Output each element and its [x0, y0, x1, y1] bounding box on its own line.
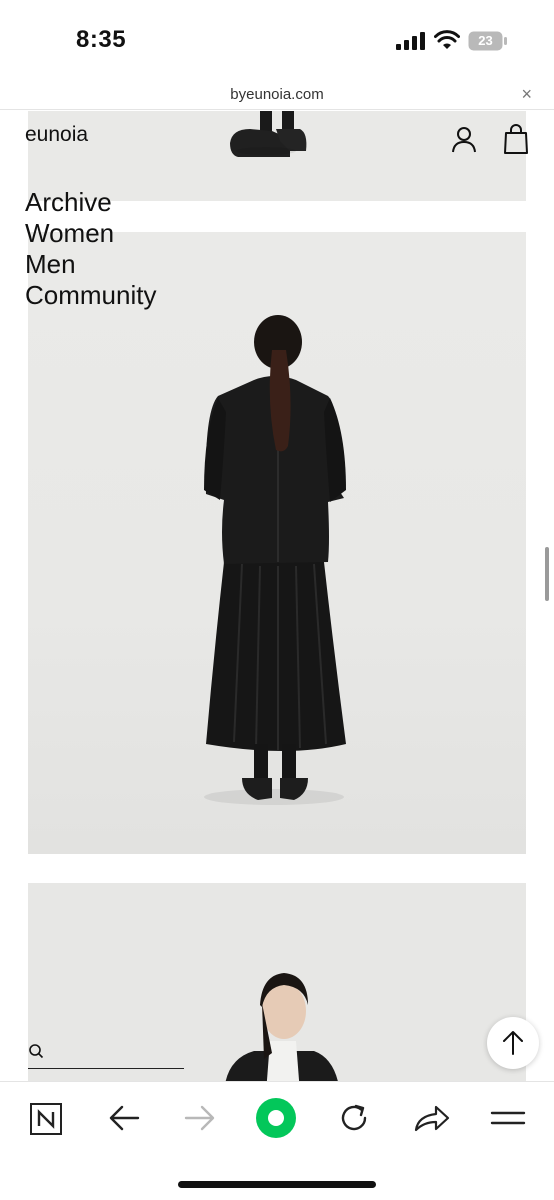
wifi-icon — [434, 30, 460, 49]
arrow-up-icon — [503, 1031, 523, 1055]
product-image[interactable] — [28, 232, 526, 854]
battery-level: 23 — [478, 33, 493, 48]
search-field[interactable] — [28, 1039, 184, 1069]
close-icon[interactable]: × — [521, 84, 532, 105]
battery-icon: 23 — [468, 31, 508, 51]
menu-icon[interactable] — [488, 1096, 528, 1140]
browser-toolbar — [0, 1081, 554, 1200]
reload-icon[interactable] — [334, 1096, 374, 1140]
nav-item-archive[interactable]: Archive — [25, 187, 156, 218]
home-icon[interactable] — [254, 1096, 298, 1140]
account-icon[interactable] — [450, 125, 478, 153]
main-nav: Archive Women Men Community — [25, 187, 156, 311]
page-content: eunoia Archive Women Men Community — [0, 111, 554, 1081]
back-icon[interactable] — [104, 1096, 144, 1140]
nav-item-men[interactable]: Men — [25, 249, 156, 280]
search-icon[interactable] — [28, 1043, 44, 1059]
url-text[interactable]: byeunoia.com — [0, 86, 554, 103]
forward-icon[interactable] — [180, 1096, 220, 1140]
status-bar: 8:35 23 — [0, 0, 554, 80]
cart-icon[interactable] — [502, 123, 530, 155]
scroll-top-button[interactable] — [487, 1017, 539, 1069]
share-icon[interactable] — [410, 1096, 454, 1140]
n-icon[interactable] — [28, 1096, 64, 1140]
scrollbar[interactable] — [545, 547, 549, 601]
nav-item-women[interactable]: Women — [25, 218, 156, 249]
model-back-illustration — [204, 315, 346, 805]
brand-logo[interactable]: eunoia — [25, 123, 88, 147]
nav-item-community[interactable]: Community — [25, 280, 156, 311]
url-bar[interactable]: byeunoia.com × — [0, 80, 554, 110]
home-indicator[interactable] — [178, 1181, 376, 1188]
status-time: 8:35 — [76, 26, 127, 53]
signal-icon — [396, 32, 425, 50]
